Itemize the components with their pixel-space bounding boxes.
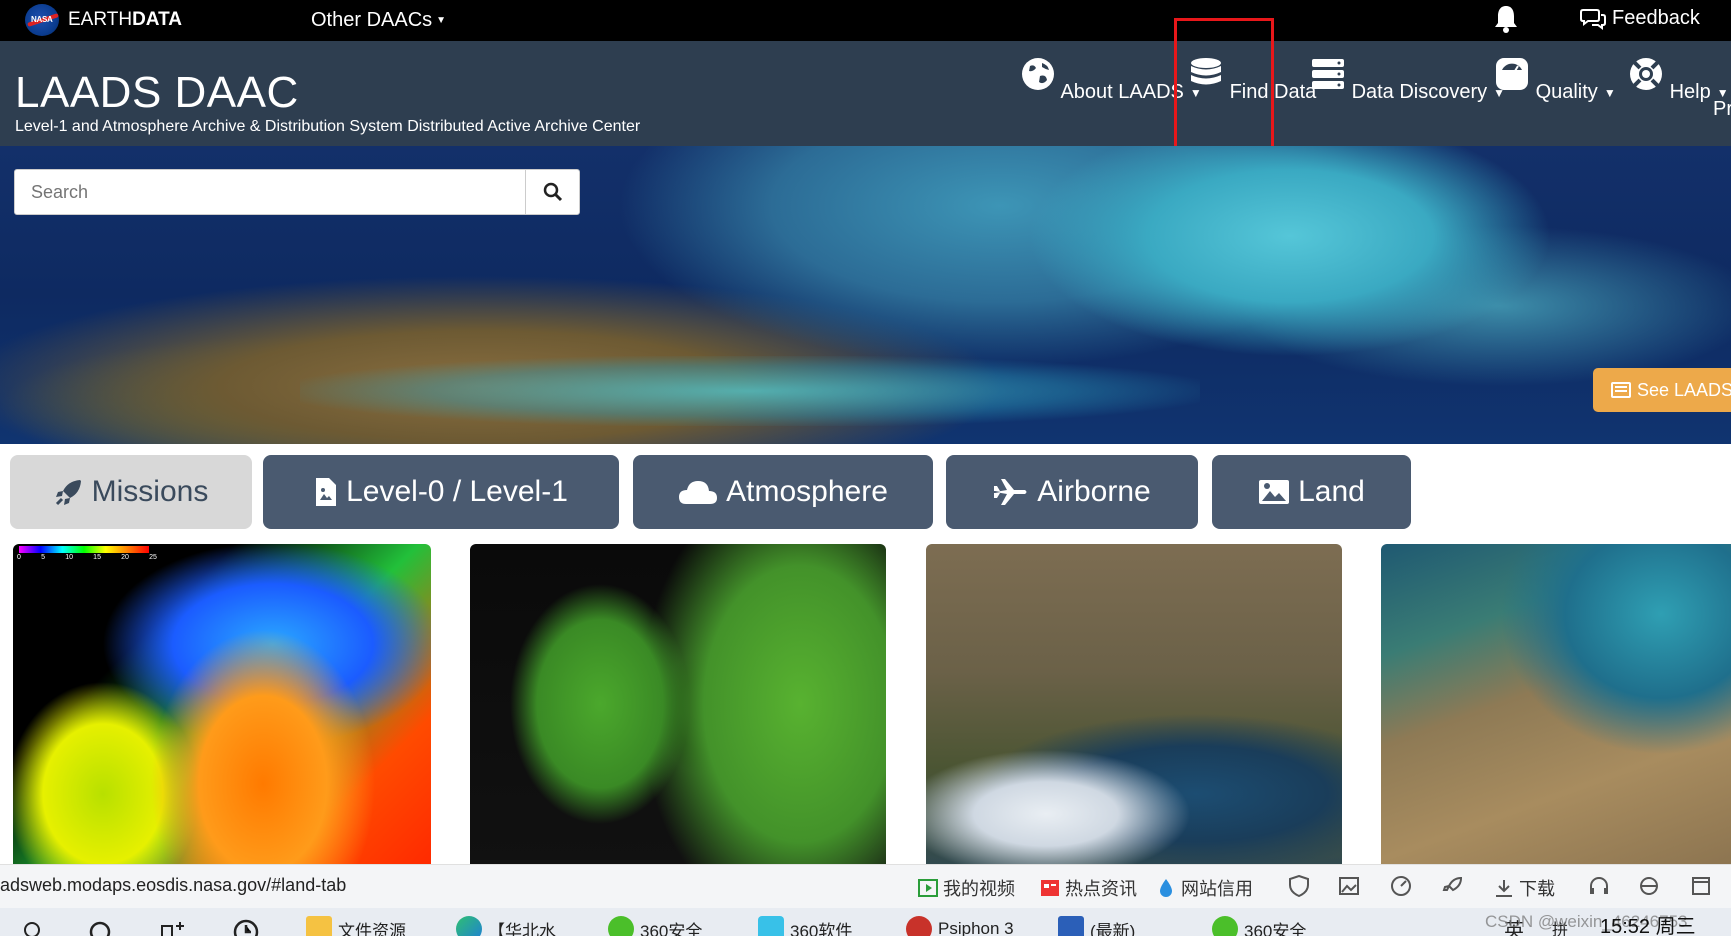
system-clock[interactable]: 15:52 周三: [1600, 910, 1696, 936]
mission-image-ocean-color[interactable]: 0 5 10 15 20 25: [13, 544, 431, 864]
nasa-logo[interactable]: NASA: [25, 4, 59, 36]
file-image-icon: [316, 478, 337, 506]
news-icon: [1041, 880, 1059, 896]
picture-icon[interactable]: [1338, 875, 1360, 897]
taskbar-app-360-safe[interactable]: 360安全: [608, 916, 702, 936]
mission-tabs: Missions Level-0 / Level-1 Atmosphere Ai…: [0, 444, 1731, 540]
360-software-icon: [758, 916, 784, 936]
server-icon: [1312, 59, 1344, 89]
nav-quality[interactable]: Quality ▼: [1494, 56, 1616, 104]
comments-icon: [1580, 8, 1606, 30]
newspaper-icon: [1611, 382, 1631, 398]
mission-image-gulf-coast[interactable]: [926, 544, 1342, 864]
360-safe-icon: [1212, 916, 1238, 936]
status-url: adsweb.modaps.eosdis.nasa.gov/#land-tab: [0, 875, 347, 895]
plane-icon: [994, 479, 1027, 505]
word-icon: [1058, 916, 1084, 936]
hot-news-link[interactable]: 热点资讯: [1040, 875, 1137, 901]
gauge-icon: [1496, 58, 1528, 90]
taskbar-app-word[interactable]: (最新): [1058, 916, 1135, 936]
rocket-icon: [55, 480, 81, 506]
download-icon: [1496, 880, 1512, 897]
earthdata-brand[interactable]: EARTHDATA: [68, 9, 182, 31]
cloud-icon: [679, 481, 718, 504]
search-input[interactable]: [15, 170, 525, 214]
search-bar: [14, 169, 580, 215]
my-videos-link[interactable]: 我的视频: [918, 875, 1015, 901]
task-view-icon[interactable]: [160, 920, 186, 936]
browser-status-bar: adsweb.modaps.eosdis.nasa.gov/#land-tab …: [0, 864, 1731, 908]
search-icon: [543, 182, 562, 202]
headset-icon[interactable]: [1588, 875, 1610, 897]
site-subtitle: Level-1 and Atmosphere Archive & Distrib…: [15, 118, 641, 135]
edge-icon: [456, 916, 482, 936]
bell-icon[interactable]: [1493, 3, 1519, 35]
video-icon: [918, 879, 938, 897]
site-title[interactable]: LAADS DAAC: [15, 68, 299, 118]
shield-icon[interactable]: [1288, 875, 1310, 897]
see-laads-button[interactable]: See LAADS: [1593, 368, 1731, 412]
page: NASA EARTHDATA Other DAACs ▼ Feedback LAA…: [0, 0, 1731, 936]
folder-icon: [306, 916, 332, 936]
search-button[interactable]: [525, 170, 579, 214]
start-search-icon[interactable]: [22, 920, 44, 936]
taskbar-app-file-explorer[interactable]: 文件资源: [306, 916, 406, 936]
mission-image-coastline[interactable]: [1381, 544, 1731, 864]
find-data-highlight-box: [1174, 18, 1274, 149]
taskbar-app-360-safe-2[interactable]: 360安全: [1212, 916, 1306, 936]
water-drop-icon: [1160, 879, 1172, 897]
color-scale-labels: 0 5 10 15 20 25: [17, 554, 157, 561]
earthdata-topbar: NASA EARTHDATA Other DAACs ▼ Feedback: [0, 0, 1731, 41]
tab-airborne[interactable]: Airborne: [946, 455, 1198, 529]
feedback-link[interactable]: Feedback: [1580, 7, 1700, 30]
psiphon-icon: [906, 916, 932, 936]
rocket-small-icon[interactable]: [1442, 875, 1464, 897]
other-daacs-menu[interactable]: Other DAACs ▼: [311, 9, 446, 32]
nav-help[interactable]: Help ▼: [1628, 56, 1729, 104]
download-link[interactable]: 下载: [1494, 875, 1555, 901]
speed-icon[interactable]: [1390, 875, 1412, 897]
caret-down-icon: ▼: [436, 15, 447, 27]
color-scale-bar: [19, 546, 149, 553]
taskbar-app-psiphon[interactable]: Psiphon 3: [906, 916, 1014, 936]
globe-icon: [1022, 58, 1054, 90]
image-icon: [1259, 480, 1290, 504]
window-icon[interactable]: [1690, 875, 1712, 897]
tab-land[interactable]: Land: [1212, 455, 1411, 529]
os-taskbar: 文件资源 【华北水 360安全 360软件 Psiphon 3 (最新) 360…: [0, 908, 1731, 936]
nav-data-discovery[interactable]: Data Discovery ▼: [1310, 56, 1505, 104]
lifebuoy-icon: [1630, 58, 1662, 90]
nav-item-truncated[interactable]: Pr: [1713, 98, 1731, 121]
ie-icon[interactable]: [1638, 875, 1660, 897]
tab-atmosphere[interactable]: Atmosphere: [633, 455, 933, 529]
caret-down-icon: ▼: [1603, 85, 1616, 100]
clock-app-icon[interactable]: [232, 918, 260, 936]
search-taskbar-icon[interactable]: [88, 920, 114, 936]
taskbar-app-edge[interactable]: 【华北水: [456, 916, 556, 936]
tab-missions[interactable]: Missions: [10, 455, 252, 529]
tab-level0-level1[interactable]: Level-0 / Level-1: [263, 455, 619, 529]
mission-image-british-isles[interactable]: [470, 544, 886, 864]
taskbar-app-360-software[interactable]: 360软件: [758, 916, 852, 936]
site-credit-link[interactable]: 网站信用: [1156, 875, 1253, 901]
360-safe-icon: [608, 916, 634, 936]
